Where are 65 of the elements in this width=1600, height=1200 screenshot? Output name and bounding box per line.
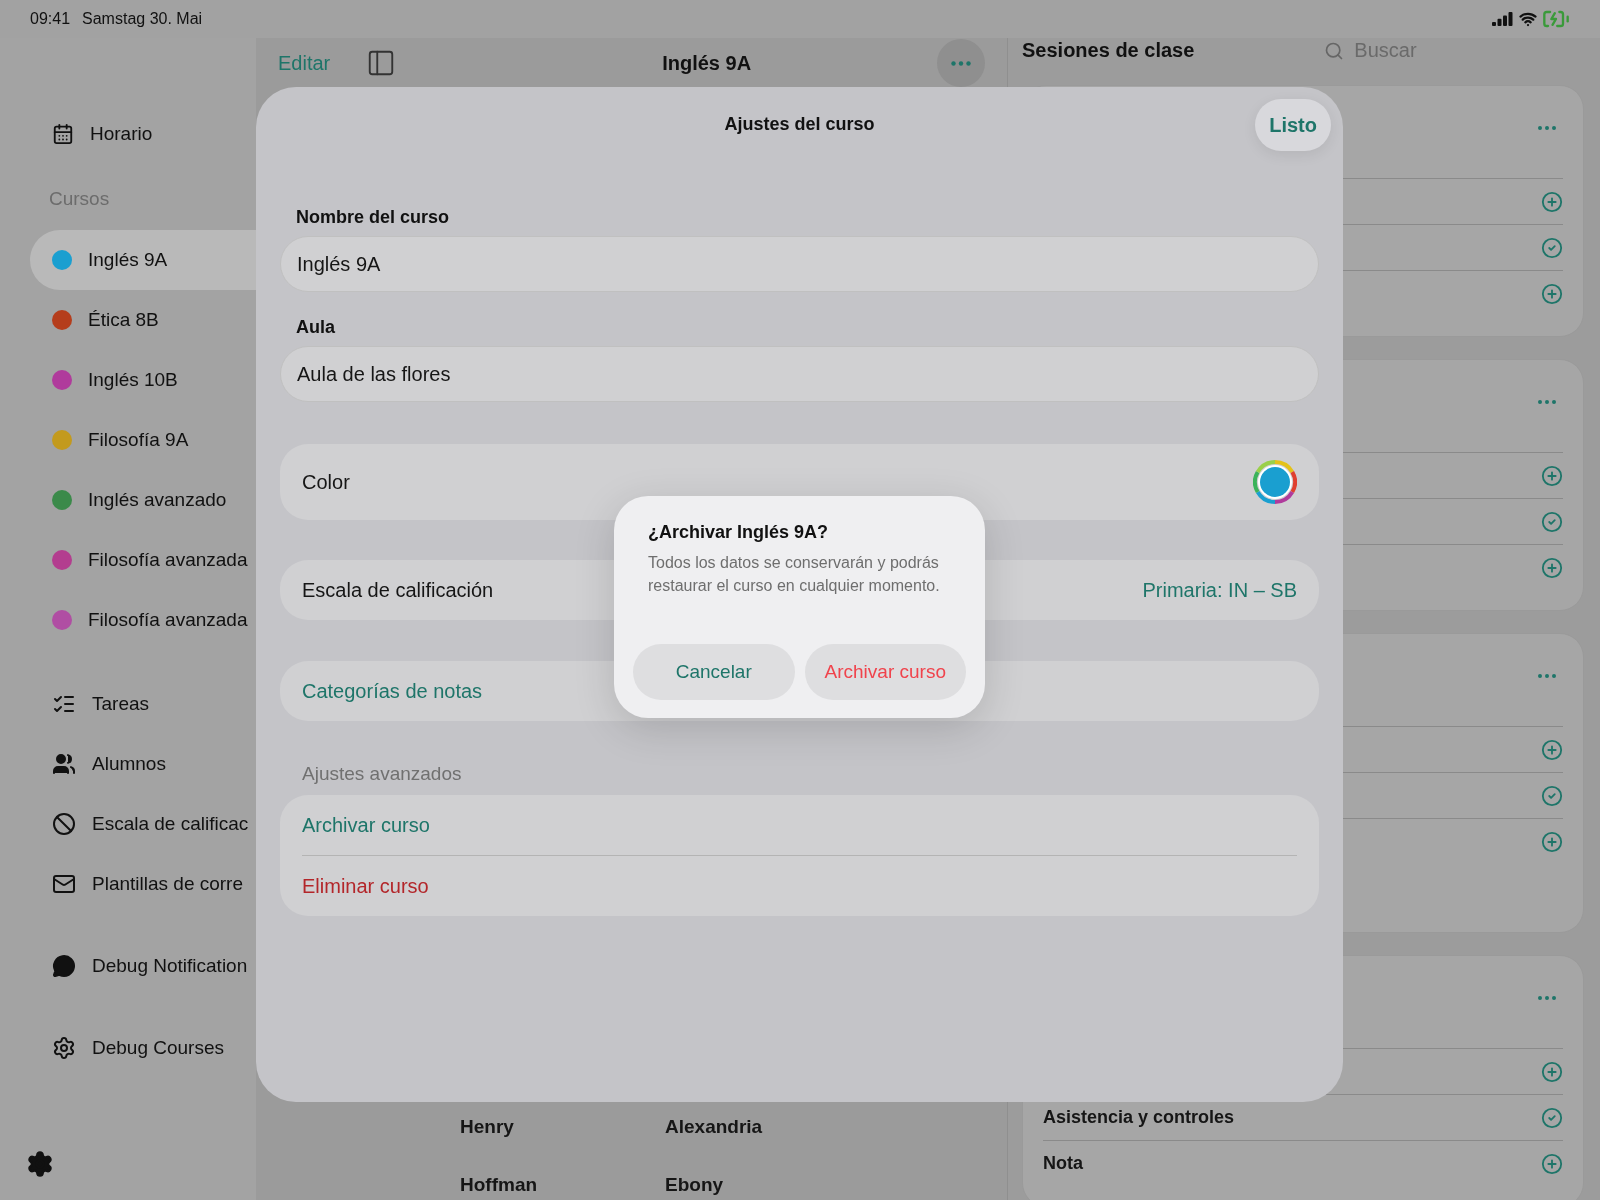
row-label: Color (302, 470, 350, 494)
course-label: Inglés 9A (88, 249, 168, 271)
check-icon[interactable] (1541, 1106, 1563, 1129)
section-heading: Ajustes avanzados (301, 762, 463, 786)
sidebar-label: Debug Notification (92, 955, 248, 977)
status-time: 09:41 (30, 10, 71, 28)
student-cell-text: Alexandria (665, 1116, 764, 1138)
check-icon[interactable] (1541, 236, 1563, 259)
course-label: Filosofía avanzada (88, 609, 248, 631)
check-icon[interactable] (1541, 784, 1563, 807)
envelope-icon (52, 872, 76, 896)
cancel-button[interactable]: Cancelar (633, 644, 795, 700)
delete-link[interactable]: Eliminar curso (302, 874, 429, 898)
add-icon[interactable] (1541, 282, 1563, 305)
add-icon[interactable] (1541, 738, 1563, 761)
alert-title: ¿Archivar Inglés 9A? (647, 522, 830, 543)
row-label: Categorías de notas (302, 679, 483, 703)
course-label: Filosofía 9A (88, 429, 189, 451)
check-icon[interactable] (1541, 510, 1563, 533)
add-icon[interactable] (1541, 556, 1563, 579)
sidebar-label: Debug Courses (92, 1037, 225, 1059)
settings-button[interactable] (26, 1150, 54, 1178)
status-date: Samstag 30. Mai (82, 10, 203, 28)
slashed-circle-icon (52, 812, 76, 836)
course-label: Ética 8B (88, 309, 159, 331)
course-label: Inglés avanzado (88, 489, 227, 511)
wifi-icon (1519, 10, 1537, 28)
sidebar-label: Horario (90, 123, 153, 145)
student-cell-text: Ebony (665, 1174, 725, 1196)
sessions-title: Sesiones de clase (1022, 39, 1195, 62)
name-field[interactable]: Inglés 9A (280, 236, 1319, 292)
room-field[interactable]: Aula de las flores (280, 346, 1319, 402)
speech-bubble-icon (52, 954, 76, 978)
search-icon (1324, 40, 1345, 61)
done-button[interactable]: Listo (1255, 99, 1331, 151)
sidebar-label: Tareas (92, 693, 150, 715)
color-swatch[interactable] (1253, 460, 1297, 504)
course-label: Inglés 10B (88, 369, 178, 391)
row-label: Escala de calificación (302, 578, 494, 602)
people-icon (52, 752, 76, 776)
alert-message: Todos los datos se conservarán y podrás restaurar el curso en cualquier momento. (647, 553, 941, 596)
more-button[interactable] (937, 39, 985, 87)
field-label: Nombre del curso (295, 206, 451, 229)
field-label: Aula (295, 316, 336, 339)
session-row-label: Asistencia y controles (1043, 1107, 1235, 1128)
add-icon[interactable] (1541, 464, 1563, 487)
sidebar-label: Plantillas de corre (92, 873, 244, 895)
course-label: Filosofía avanzada (88, 549, 248, 571)
ellipsis-icon (951, 60, 971, 66)
sheet-title: Ajustes del curso (724, 114, 875, 135)
sidebar-label: Escala de calificac (92, 813, 249, 835)
gear-icon (52, 1036, 76, 1060)
sidebar-label: Alumnos (92, 753, 166, 775)
session-row-label: Nota (1043, 1153, 1083, 1174)
add-icon[interactable] (1541, 190, 1563, 213)
add-icon[interactable] (1541, 830, 1563, 853)
archive-link[interactable]: Archivar curso (302, 813, 430, 837)
calendar-icon (52, 123, 74, 145)
add-icon[interactable] (1541, 1060, 1563, 1083)
course-title: Inglés 9A (662, 51, 752, 75)
row-value: Primaria: IN – SB (1142, 578, 1297, 602)
student-cell-text: Henry (460, 1116, 515, 1138)
student-cell-text: Hoffman (460, 1174, 539, 1196)
add-icon[interactable] (1541, 1152, 1563, 1175)
signal-icon (1492, 12, 1514, 26)
